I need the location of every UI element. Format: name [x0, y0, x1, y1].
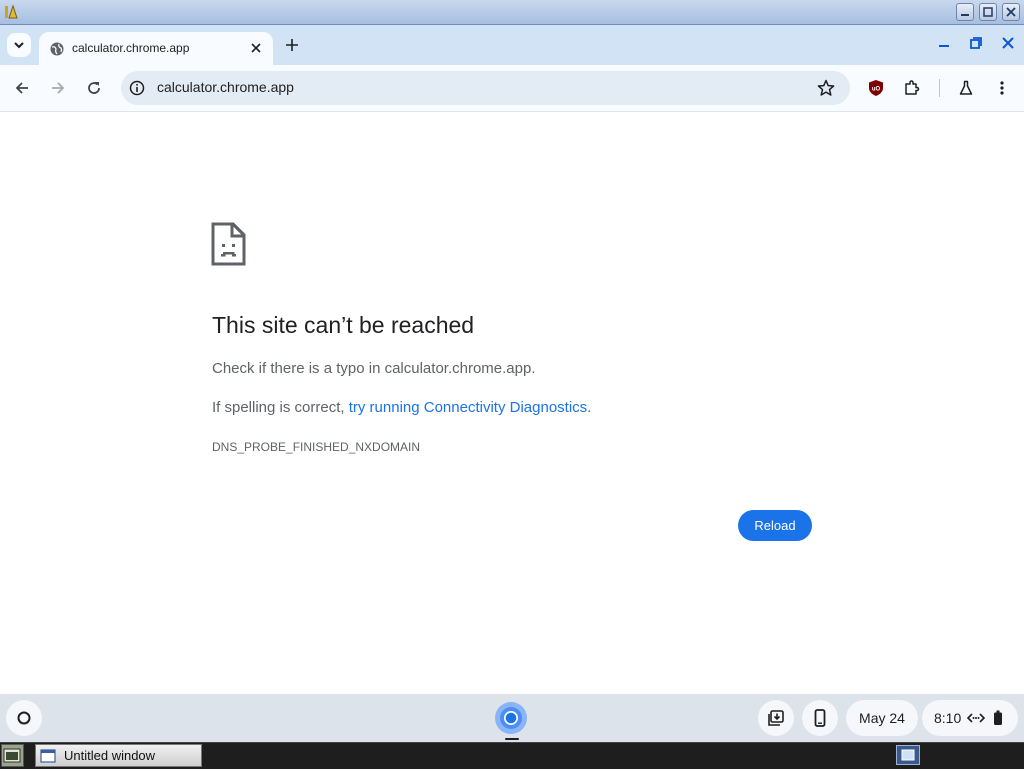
omnibox[interactable]: calculator.chrome.app: [121, 71, 850, 105]
shield-icon: uO: [869, 80, 883, 96]
plus-icon: [286, 39, 298, 51]
svg-text:uO: uO: [872, 87, 881, 93]
reload-icon: [88, 82, 100, 94]
time-label: 8:10: [934, 710, 962, 726]
back-button[interactable]: [11, 77, 33, 99]
x-close-button[interactable]: [1002, 3, 1020, 21]
diagnostics-prefix: If spelling is correct,: [212, 399, 349, 416]
desktop-icon: [901, 749, 915, 761]
tab-search-button[interactable]: [7, 33, 31, 57]
launcher-circle-icon: [17, 711, 31, 725]
x-window-titlebar: [0, 0, 1024, 25]
terminal-icon: [3, 748, 21, 763]
taskbar-window-label: Untitled window: [64, 748, 156, 763]
phone-icon: [814, 709, 826, 727]
site-info-icon[interactable]: [129, 80, 145, 96]
diagnostics-link[interactable]: try running Connectivity Diagnostics: [349, 399, 587, 416]
star-icon: [817, 79, 835, 96]
url-text: calculator.chrome.app: [157, 79, 294, 95]
restore-button[interactable]: [966, 34, 986, 52]
battery-icon: [994, 710, 1003, 725]
globe-icon: [49, 41, 65, 57]
flask-icon: [959, 80, 973, 95]
new-tab-button[interactable]: [282, 35, 302, 55]
ublock-extension-button[interactable]: uO: [865, 77, 887, 99]
arrow-right-icon: [52, 82, 65, 94]
minimize-button[interactable]: [934, 36, 954, 52]
tab-active[interactable]: calculator.chrome.app: [39, 32, 273, 65]
ethernet-icon: [967, 713, 986, 723]
restore-icon: [970, 37, 982, 49]
tab-title: calculator.chrome.app: [72, 41, 190, 55]
menu-button[interactable]: [991, 77, 1013, 99]
window-icon: [40, 748, 56, 763]
chevron-down-icon: [14, 42, 24, 49]
launcher-button[interactable]: [6, 700, 42, 736]
taskbar-window-button[interactable]: Untitled window: [35, 744, 202, 767]
date-label: May 24: [859, 710, 905, 726]
labs-button[interactable]: [955, 77, 977, 99]
extensions-button[interactable]: [901, 77, 923, 99]
date-tray[interactable]: May 24: [846, 700, 918, 736]
holding-space-button[interactable]: [758, 700, 794, 736]
close-icon: [251, 43, 261, 53]
error-diagnostics-hint: If spelling is correct, try running Conn…: [212, 399, 591, 416]
status-area[interactable]: 8:10: [922, 700, 1018, 736]
more-vert-icon: [1000, 81, 1004, 95]
chrome-app-button[interactable]: [494, 701, 528, 735]
phone-hub-button[interactable]: [802, 700, 838, 736]
puzzle-icon: [905, 80, 920, 95]
running-indicator: [505, 738, 519, 740]
reload-button[interactable]: Reload: [738, 510, 812, 541]
x-maximize-button[interactable]: [979, 3, 997, 21]
x-app-icon: [3, 3, 21, 21]
workspace-pager[interactable]: [896, 745, 920, 765]
chrome-icon: [495, 702, 527, 734]
toolbar-divider: [939, 79, 940, 97]
window-close-button[interactable]: [998, 34, 1018, 52]
error-title: This site can’t be reached: [212, 312, 475, 338]
diagnostics-suffix: .: [587, 399, 592, 416]
minimize-icon: [939, 45, 949, 47]
x-minimize-button[interactable]: [956, 3, 974, 21]
x-menu-button[interactable]: [1, 744, 24, 767]
arrow-left-icon: [15, 82, 28, 94]
error-typo-hint: Check if there is a typo in calculator.c…: [212, 360, 536, 377]
tab-close-button[interactable]: [247, 39, 265, 57]
sad-document-icon: [211, 222, 247, 266]
bookmark-star-button[interactable]: [816, 78, 836, 98]
download-tray-icon: [768, 710, 784, 726]
close-icon: [1002, 37, 1014, 49]
reload-page-button[interactable]: [83, 77, 105, 99]
error-code: DNS_PROBE_FINISHED_NXDOMAIN: [212, 440, 421, 454]
forward-button[interactable]: [47, 77, 69, 99]
